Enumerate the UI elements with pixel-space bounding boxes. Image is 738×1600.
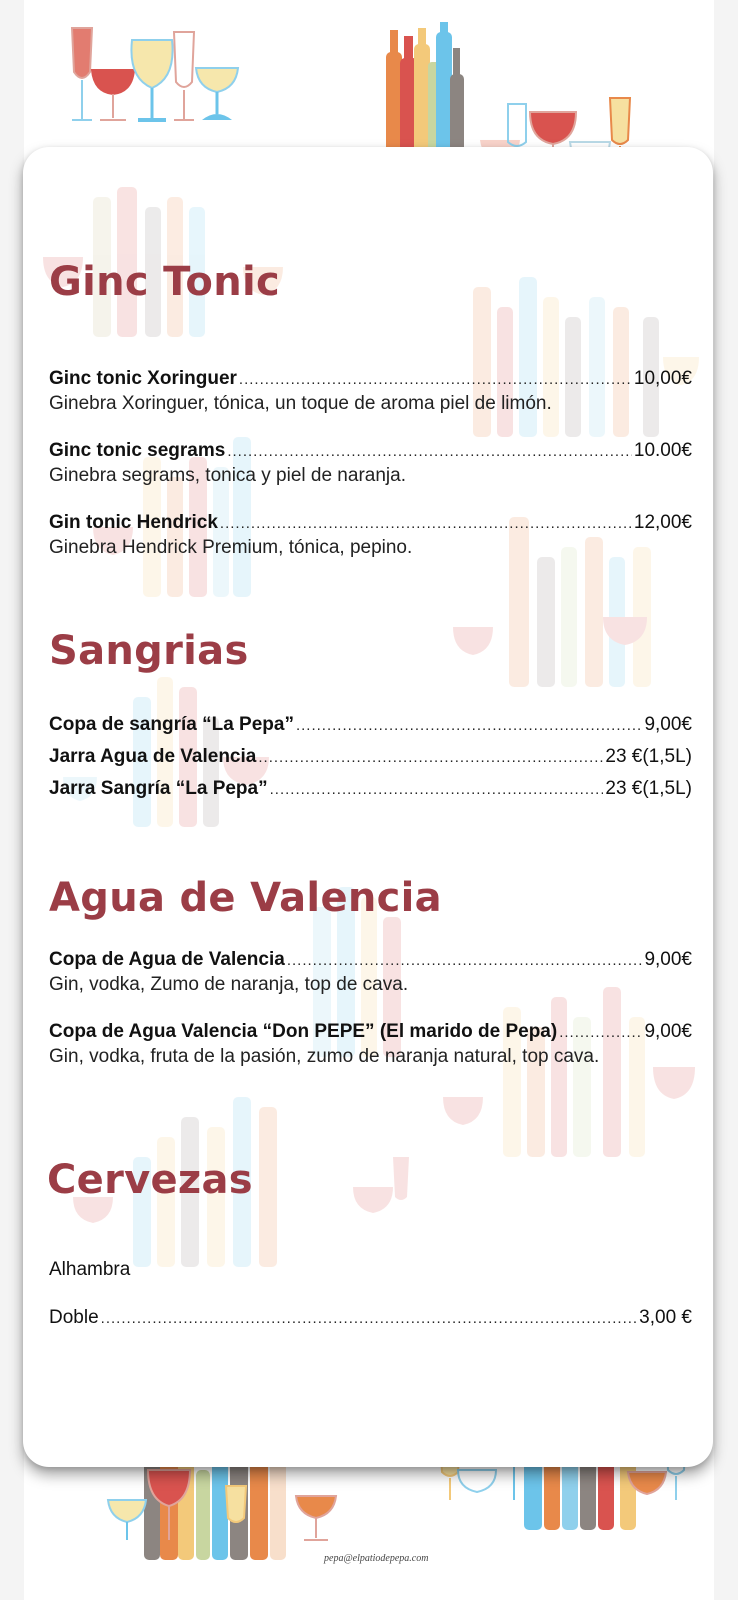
item-name: Jarra Agua de Valencia <box>49 746 257 767</box>
watermark-bottles-2 <box>433 277 703 442</box>
dot-leader <box>220 515 632 532</box>
menu-item: Doble 3,00 € <box>49 1307 692 1329</box>
item-price: 9,00€ <box>644 1021 692 1042</box>
item-name: Copa de Agua de Valencia <box>49 949 285 970</box>
item-name: Gin tonic Hendrick <box>49 512 218 533</box>
watermark-bottles-5 <box>53 657 273 832</box>
item-description: Gin, vodka, Zumo de naranja, top de cava… <box>49 974 409 995</box>
item-price: 3,00 € <box>639 1307 692 1328</box>
dot-leader <box>258 749 603 766</box>
section-title-ginc-tonic: Ginc Tonic <box>49 259 281 305</box>
item-description: Ginebra Hendrick Premium, tónica, pepino… <box>49 537 413 558</box>
item-name: Doble <box>49 1307 99 1328</box>
dot-leader <box>239 371 632 388</box>
menu-subheading: Alhambra <box>49 1259 692 1281</box>
item-price: 9,00€ <box>644 714 692 735</box>
section-title-agua-de-valencia: Agua de Valencia <box>49 875 442 921</box>
item-price: 10.00€ <box>633 440 692 461</box>
item-name: Jarra Sangría “La Pepa” <box>49 778 268 799</box>
item-description: Gin, vodka, fruta de la pasión, zumo de … <box>49 1046 600 1067</box>
menu-item: Ginc tonic Xoringuer 10,00€ Ginebra Xori… <box>49 368 692 415</box>
item-price: 12,00€ <box>633 512 692 533</box>
item-description: Ginebra segrams, tonica y piel de naranj… <box>49 465 406 486</box>
item-name: Copa de sangría “La Pepa” <box>49 714 294 735</box>
dot-leader <box>101 1310 638 1327</box>
item-price: 23 €(1,5L) <box>605 746 692 767</box>
dot-leader <box>287 952 643 969</box>
dot-leader <box>227 443 632 460</box>
watermark-bottles-7 <box>433 987 703 1162</box>
item-description: Ginebra Xoringuer, tónica, un toque de a… <box>49 393 552 414</box>
item-name: Copa de Agua Valencia “Don PEPE” (El mar… <box>49 1021 558 1042</box>
dot-leader <box>270 781 604 798</box>
dot-leader <box>296 717 642 734</box>
menu-item: Copa de Agua de Valencia 9,00€ Gin, vodk… <box>49 949 692 996</box>
section-title-cervezas: Cervezas <box>47 1157 253 1203</box>
item-price: 10,00€ <box>633 368 692 389</box>
section-title-sangrias: Sangrias <box>49 628 249 674</box>
footer-email: pepa@elpatiodepepa.com <box>324 1553 429 1564</box>
menu-item: Copa de sangría “La Pepa” 9,00€ <box>49 714 692 736</box>
item-price: 23 €(1,5L) <box>605 778 692 799</box>
beer-brand-label: Alhambra <box>49 1259 131 1280</box>
menu-item: Ginc tonic segrams 10.00€ Ginebra segram… <box>49 440 692 487</box>
dot-leader <box>559 1024 642 1041</box>
menu-item: Jarra Sangría “La Pepa” 23 €(1,5L) <box>49 778 692 800</box>
wine-glasses-illustration-top-left <box>66 22 246 127</box>
item-name: Ginc tonic segrams <box>49 440 226 461</box>
menu-card: Ginc Tonic Ginc tonic Xoringuer 10,00€ G… <box>23 147 713 1467</box>
menu-item: Gin tonic Hendrick 12,00€ Ginebra Hendri… <box>49 512 692 559</box>
menu-item: Copa de Agua Valencia “Don PEPE” (El mar… <box>49 1021 692 1068</box>
item-price: 9,00€ <box>644 949 692 970</box>
menu-item: Jarra Agua de Valencia 23 €(1,5L) <box>49 746 692 768</box>
item-name: Ginc tonic Xoringuer <box>49 368 237 389</box>
